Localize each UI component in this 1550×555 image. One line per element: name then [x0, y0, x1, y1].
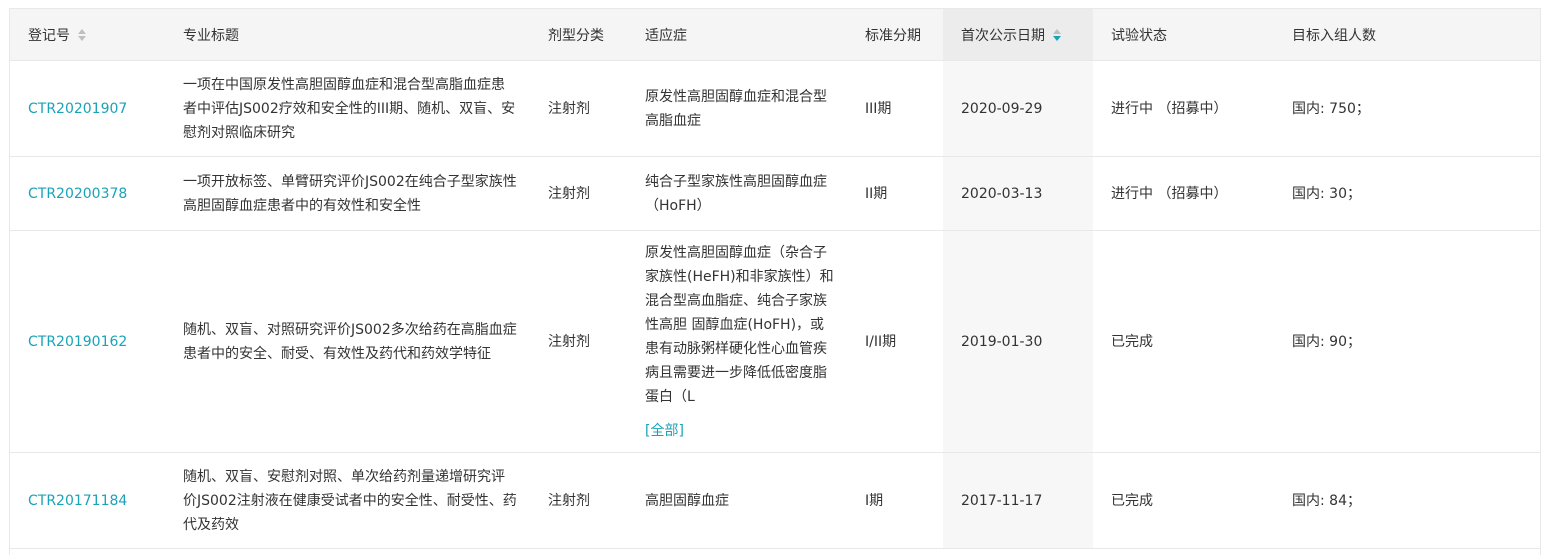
cell-first-date: 2020-09-29 — [943, 60, 1093, 157]
cell-reg-no: CTR20171184 — [10, 452, 165, 549]
cell-phase: III期 — [847, 60, 943, 157]
enroll-text: 国内: 84； — [1292, 492, 1361, 509]
phase-text: III期 — [865, 100, 892, 117]
cell-reg-no: CTR20200378 — [10, 156, 165, 231]
status-text: 进行中 （招募中） — [1111, 100, 1228, 117]
table-header-row: 登记号 专业标题 剂型分类 适应症 标准分期 首次公示日期 试验状态 目标入组人… — [10, 9, 1540, 61]
header-enroll-label: 目标入组人数 — [1292, 27, 1376, 44]
cell-indication: 原发性高胆固醇血症和混合型高脂血症 — [627, 60, 847, 157]
reg-no-link[interactable]: CTR20171184 — [28, 493, 127, 509]
enroll-text: 国内: 750； — [1292, 100, 1370, 117]
status-text: 进行中 （招募中） — [1111, 185, 1228, 202]
header-reg-no-label: 登记号 — [28, 27, 70, 44]
header-reg-no[interactable]: 登记号 — [10, 9, 165, 61]
header-phase-label: 标准分期 — [865, 27, 921, 44]
cell-phase: I/II期 — [847, 230, 943, 453]
table-row: CTR20171184 随机、双盲、安慰剂对照、单次给药剂量递增研究评价JS00… — [10, 452, 1540, 549]
cell-dosage: 注射剂 — [530, 230, 627, 453]
first-date-text: 2020-09-29 — [961, 100, 1043, 117]
cell-title: 一项开放标签、单臂研究评价JS002在纯合子型家族性高胆固醇血症患者中的有效性和… — [165, 156, 530, 231]
cell-first-date: 2019-01-30 — [943, 230, 1093, 453]
reg-no-link[interactable]: CTR20201907 — [28, 101, 127, 117]
header-title: 专业标题 — [165, 9, 530, 61]
dosage-text: 注射剂 — [548, 185, 590, 202]
dosage-text: 注射剂 — [548, 100, 590, 117]
header-title-label: 专业标题 — [183, 27, 239, 44]
indication-text: 高胆固醇血症 — [645, 492, 729, 509]
header-first-date[interactable]: 首次公示日期 — [943, 9, 1093, 61]
cell-status: 已完成 — [1093, 452, 1274, 549]
cell-indication: 高胆固醇血症 — [627, 452, 847, 549]
first-date-text: 2019-01-30 — [961, 333, 1043, 350]
indication-text: 原发性高胆固醇血症和混合型高脂血症 — [645, 88, 827, 129]
phase-text: II期 — [865, 185, 888, 202]
first-date-text: 2020-03-13 — [961, 185, 1043, 202]
cell-status: 已完成 — [1093, 230, 1274, 453]
header-indication-label: 适应症 — [645, 27, 687, 44]
sort-down-active-icon — [1053, 35, 1061, 41]
sort-up-icon — [1053, 28, 1061, 34]
header-dosage-label: 剂型分类 — [548, 27, 604, 44]
title-text: 一项在中国原发性高胆固醇血症和混合型高脂血症患者中评估JS002疗效和安全性的I… — [183, 76, 516, 141]
header-phase: 标准分期 — [847, 9, 943, 61]
cell-enroll: 国内: 750； — [1274, 60, 1540, 157]
cell-title: 随机、双盲、对照研究评价JS002多次给药在高脂血症患者中的安全、耐受、有效性及… — [165, 230, 530, 453]
cell-reg-no: CTR20201907 — [10, 60, 165, 157]
cell-dosage: 注射剂 — [530, 60, 627, 157]
cell-title: 随机、双盲、安慰剂对照、单次给药剂量递增研究评价JS002注射液在健康受试者中的… — [165, 452, 530, 549]
table-row: CTR20190162 随机、双盲、对照研究评价JS002多次给药在高脂血症患者… — [10, 230, 1540, 453]
phase-text: I/II期 — [865, 333, 897, 350]
status-text: 已完成 — [1111, 333, 1153, 350]
indication-text: 原发性高胆固醇血症（杂合子家族性(HeFH)和非家族性）和混合型高血脂症、纯合子… — [645, 244, 834, 405]
header-status: 试验状态 — [1093, 9, 1274, 61]
cell-phase: II期 — [847, 156, 943, 231]
table-row: CTR20201907 一项在中国原发性高胆固醇血症和混合型高脂血症患者中评估J… — [10, 60, 1540, 157]
cell-status: 进行中 （招募中） — [1093, 60, 1274, 157]
first-date-text: 2017-11-17 — [961, 492, 1043, 509]
title-text: 一项开放标签、单臂研究评价JS002在纯合子型家族性高胆固醇血症患者中的有效性和… — [183, 173, 517, 214]
trials-table-container: 登记号 专业标题 剂型分类 适应症 标准分期 首次公示日期 试验状态 目标入组人… — [9, 8, 1541, 555]
header-first-date-label: 首次公示日期 — [961, 27, 1045, 44]
cell-enroll: 国内: 84； — [1274, 452, 1540, 549]
cell-first-date: 2017-11-17 — [943, 452, 1093, 549]
dosage-text: 注射剂 — [548, 333, 590, 350]
reg-no-link[interactable]: CTR20190162 — [28, 334, 127, 350]
title-text: 随机、双盲、对照研究评价JS002多次给药在高脂血症患者中的安全、耐受、有效性及… — [183, 321, 517, 362]
table-row: CTR20200378 一项开放标签、单臂研究评价JS002在纯合子型家族性高胆… — [10, 156, 1540, 231]
cell-indication: 纯合子型家族性高胆固醇血症（HoFH） — [627, 156, 847, 231]
header-indication: 适应症 — [627, 9, 847, 61]
header-enroll: 目标入组人数 — [1274, 9, 1540, 61]
cell-enroll: 国内: 30； — [1274, 156, 1540, 231]
cell-dosage: 注射剂 — [530, 452, 627, 549]
dosage-text: 注射剂 — [548, 492, 590, 509]
status-text: 已完成 — [1111, 492, 1153, 509]
header-status-label: 试验状态 — [1111, 27, 1167, 44]
sort-down-icon — [78, 35, 86, 41]
indication-text: 纯合子型家族性高胆固醇血症（HoFH） — [645, 173, 827, 214]
show-all-link[interactable]: [全部] — [645, 419, 684, 443]
enroll-text: 国内: 30； — [1292, 185, 1361, 202]
enroll-text: 国内: 90； — [1292, 333, 1361, 350]
cell-title: 一项在中国原发性高胆固醇血症和混合型高脂血症患者中评估JS002疗效和安全性的I… — [165, 60, 530, 157]
cell-indication: 原发性高胆固醇血症（杂合子家族性(HeFH)和非家族性）和混合型高血脂症、纯合子… — [627, 230, 847, 453]
cell-enroll: 国内: 90； — [1274, 230, 1540, 453]
sort-icon[interactable] — [78, 28, 86, 41]
sort-up-icon — [78, 28, 86, 34]
cell-phase: I期 — [847, 452, 943, 549]
reg-no-link[interactable]: CTR20200378 — [28, 186, 127, 202]
cell-reg-no: CTR20190162 — [10, 230, 165, 453]
cell-status: 进行中 （招募中） — [1093, 156, 1274, 231]
phase-text: I期 — [865, 492, 884, 509]
cell-dosage: 注射剂 — [530, 156, 627, 231]
sort-icon[interactable] — [1053, 28, 1061, 41]
title-text: 随机、双盲、安慰剂对照、单次给药剂量递增研究评价JS002注射液在健康受试者中的… — [183, 468, 517, 533]
cell-first-date: 2020-03-13 — [943, 156, 1093, 231]
header-dosage: 剂型分类 — [530, 9, 627, 61]
trials-table: 登记号 专业标题 剂型分类 适应症 标准分期 首次公示日期 试验状态 目标入组人… — [10, 9, 1540, 549]
